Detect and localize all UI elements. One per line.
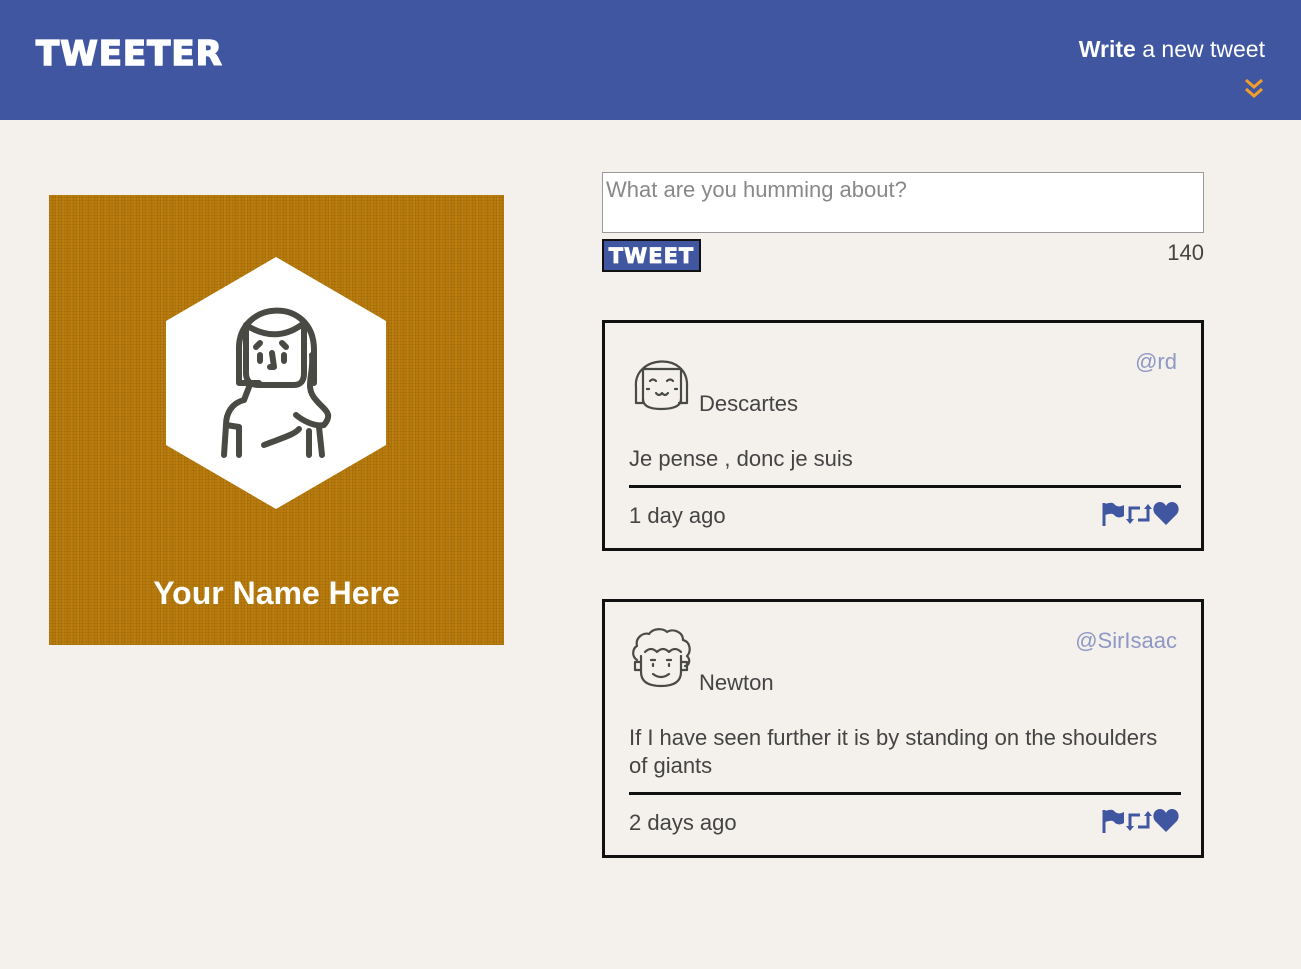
curly-hair-avatar-icon xyxy=(632,628,691,688)
retweet-icon[interactable] xyxy=(1126,503,1152,530)
write-new-tweet-toggle[interactable]: Write a new tweet xyxy=(1079,36,1265,63)
retweet-icon[interactable] xyxy=(1126,810,1152,837)
flag-icon[interactable] xyxy=(1101,808,1125,839)
heart-icon[interactable] xyxy=(1153,809,1179,838)
tweet-age: 1 day ago xyxy=(629,503,726,528)
profile-name: Your Name Here xyxy=(153,575,400,611)
tweet-card: Newton @SirIsaac If I have seen further … xyxy=(602,599,1204,858)
tweet-author-name: Descartes xyxy=(699,391,799,416)
tweet-divider xyxy=(629,485,1181,488)
top-nav: TWEETER Write a new tweet xyxy=(0,0,1301,120)
compose-toggle-text: a new tweet xyxy=(1135,36,1265,62)
tweet-author-name: Newton xyxy=(699,670,774,695)
girl-avatar-icon xyxy=(634,360,689,411)
tweet-card: Descartes @rd Je pense , donc je suis 1 … xyxy=(602,320,1204,551)
tweet-content: If I have seen further it is by standing… xyxy=(629,725,1158,778)
character-counter: 140 xyxy=(1167,240,1204,265)
tweet-actions xyxy=(1101,808,1179,839)
profile-card: Your Name Here xyxy=(49,195,504,645)
heart-icon[interactable] xyxy=(1153,502,1179,531)
tweet-content: Je pense , donc je suis xyxy=(629,446,853,471)
brand-logo: TWEETER xyxy=(35,33,223,75)
tweet-author-handle[interactable]: @rd xyxy=(1135,349,1177,375)
tweet-divider xyxy=(629,792,1181,795)
flag-icon[interactable] xyxy=(1101,501,1125,532)
tweet-actions xyxy=(1101,501,1179,532)
woman-avatar-icon xyxy=(166,257,386,509)
tweet-submit-button[interactable]: TWEET xyxy=(602,239,701,272)
tweet-author-handle[interactable]: @SirIsaac xyxy=(1075,628,1177,654)
tweet-age: 2 days ago xyxy=(629,810,737,835)
compose-toggle-bold: Write xyxy=(1078,36,1136,62)
tweet-input[interactable] xyxy=(602,172,1204,233)
double-chevron-down-icon[interactable] xyxy=(1243,76,1265,102)
